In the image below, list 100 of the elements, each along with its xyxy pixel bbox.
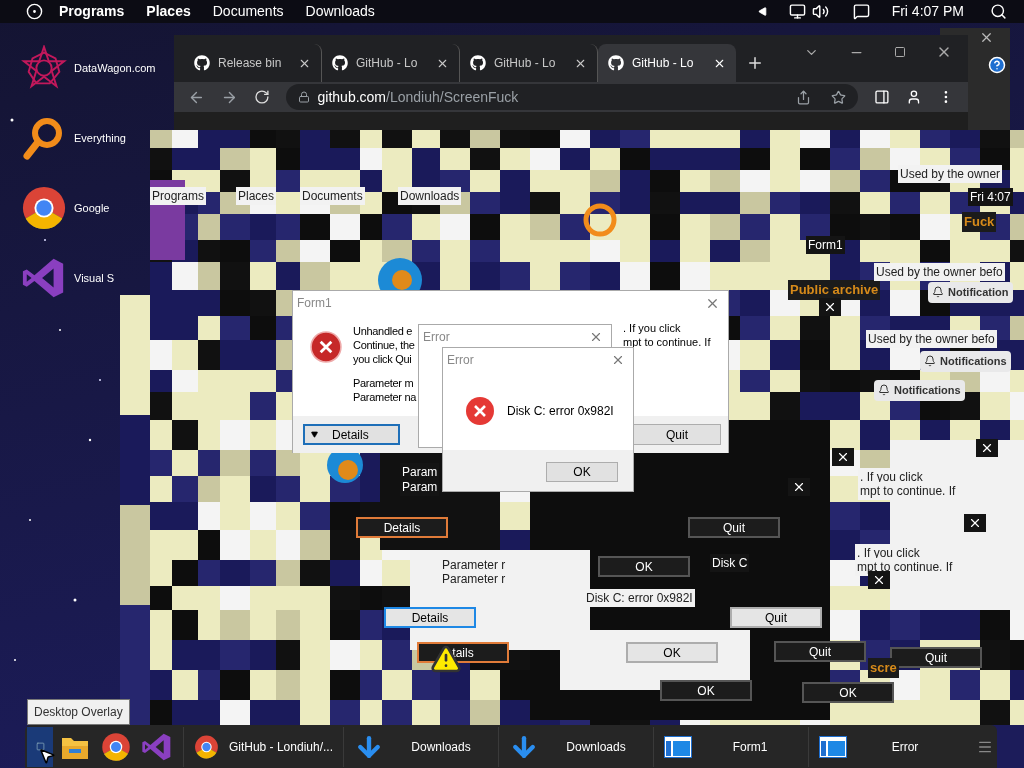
cursor-icon <box>38 747 56 765</box>
echo-button[interactable]: OK <box>626 642 718 663</box>
echo-text: Used by the owner befo <box>874 263 1005 281</box>
notifications-button[interactable]: Notifications <box>920 351 1011 372</box>
side-panel-icon[interactable] <box>874 89 891 105</box>
maximize-icon[interactable] <box>894 46 906 58</box>
details-button[interactable]: Details <box>303 424 400 445</box>
star-emblem-icon <box>21 45 67 91</box>
echo-text: Downloads <box>398 187 462 205</box>
close-icon <box>836 450 850 464</box>
github-cat-icon <box>194 55 210 71</box>
github-cat-icon <box>608 55 624 71</box>
echo-text: Public archive <box>788 280 881 300</box>
echo-button[interactable]: Quit <box>730 607 822 628</box>
chrome-icon <box>101 731 131 762</box>
network-icon[interactable] <box>788 3 806 20</box>
echo-button[interactable]: Quit <box>774 641 866 662</box>
close-icon[interactable] <box>979 30 994 45</box>
taskbar-button[interactable]: Downloads <box>343 726 498 767</box>
dialog-title: Error <box>423 328 450 346</box>
bell-icon <box>932 286 944 299</box>
menu-circle-icon[interactable] <box>26 3 43 20</box>
close-icon <box>792 480 806 494</box>
message-text: you click Qui <box>353 352 413 366</box>
notifications-button[interactable]: Notification <box>928 282 1013 303</box>
echo-button[interactable]: OK <box>660 680 752 701</box>
echo-button[interactable]: Details <box>384 607 476 628</box>
echo-text: Fuck <box>962 212 997 232</box>
echo-text: mpt to continue. If <box>858 482 958 500</box>
close-icon <box>823 300 837 314</box>
menu-item[interactable]: Places <box>146 1 191 22</box>
chrome-icon <box>21 185 67 231</box>
new-tab-icon[interactable] <box>746 54 764 72</box>
error-icon <box>310 331 342 363</box>
taskbar-button[interactable]: Error <box>808 726 963 767</box>
reload-icon[interactable] <box>253 89 270 105</box>
dropdown-triangle-icon <box>311 431 318 438</box>
close-icon <box>980 441 994 455</box>
echo-text: Programs <box>150 187 206 205</box>
error-icon <box>465 396 495 426</box>
search-icon[interactable] <box>990 3 1007 20</box>
close-button[interactable] <box>819 298 841 316</box>
echo-text: scre <box>868 658 899 678</box>
desktop-icon-label[interactable]: DataWagon.com <box>74 59 156 77</box>
error-message: Disk C: error 0x982I <box>507 403 614 420</box>
message-text: . If you click <box>623 321 682 335</box>
echo-text: Documents <box>300 187 365 205</box>
echo-button[interactable]: Quit <box>688 517 780 538</box>
desktop-icon-label[interactable]: Visual S <box>74 269 115 287</box>
desktop-icon-label[interactable]: Everything <box>74 129 126 147</box>
desktop-icon-label[interactable]: Google <box>74 199 110 217</box>
bookmark-star-icon <box>831 89 847 105</box>
github-cat-icon <box>470 55 486 71</box>
close-button[interactable] <box>964 514 986 532</box>
echo-button[interactable]: OK <box>802 682 894 703</box>
browser-tab[interactable]: GitHub - Lo <box>598 44 736 82</box>
address-bar[interactable]: github.com/Londiuh/ScreenFuck <box>285 84 859 110</box>
message-text: mpt to continue. If <box>623 335 711 349</box>
magnifier-icon <box>23 116 65 160</box>
window-icon <box>664 735 692 758</box>
dialog-title: Form1 <box>297 295 332 312</box>
clock: Fri 4:07 PM <box>891 2 964 21</box>
message-text: Unhandled e <box>353 324 414 338</box>
message-text: Continue, the <box>353 338 415 352</box>
echo-text: Disk C: error 0x982I <box>584 589 695 607</box>
github-cat-icon <box>332 55 348 71</box>
tooltip: Desktop Overlay <box>27 699 130 725</box>
dialog-title: Error <box>447 351 474 369</box>
desktop-square-icon <box>35 742 45 751</box>
quit-button[interactable]: Quit <box>633 424 721 445</box>
notifications-button[interactable]: Notifications <box>874 380 965 401</box>
help-icon[interactable] <box>988 56 1006 74</box>
notification-icon[interactable] <box>852 3 870 20</box>
taskbar-button[interactable]: GitHub - Londiuh/... <box>183 726 343 767</box>
menu-item[interactable]: Downloads <box>305 1 375 22</box>
bell-icon <box>924 355 936 368</box>
parameter-text: Parameter m <box>353 376 415 390</box>
menu-item[interactable]: Programs <box>59 1 125 22</box>
echo-text: Disk C <box>710 554 750 572</box>
window-icon <box>819 735 847 758</box>
share-icon <box>796 89 812 105</box>
echo-button[interactable]: OK <box>598 556 690 577</box>
close-button[interactable] <box>832 448 854 466</box>
triangle-icon[interactable] <box>757 7 767 16</box>
close-button[interactable] <box>976 439 998 457</box>
taskbar-button[interactable]: Form1 <box>653 726 808 767</box>
lock-icon <box>297 91 310 103</box>
ring-echo-icon <box>583 203 617 237</box>
echo-button[interactable]: Details <box>356 517 448 538</box>
echo-text: Places <box>236 187 277 205</box>
bell-icon <box>878 384 890 397</box>
volume-icon[interactable] <box>811 3 829 20</box>
ok-button[interactable]: OK <box>546 462 618 482</box>
parameter-text: Parameter na <box>353 390 417 404</box>
echo-text: Used by the owner befo <box>866 330 997 348</box>
taskbar-button[interactable]: Downloads <box>498 726 653 767</box>
menu-item[interactable]: Documents <box>212 1 284 22</box>
show-desktop-button[interactable] <box>27 726 53 767</box>
close-button[interactable] <box>788 478 810 496</box>
close-icon <box>872 573 886 587</box>
